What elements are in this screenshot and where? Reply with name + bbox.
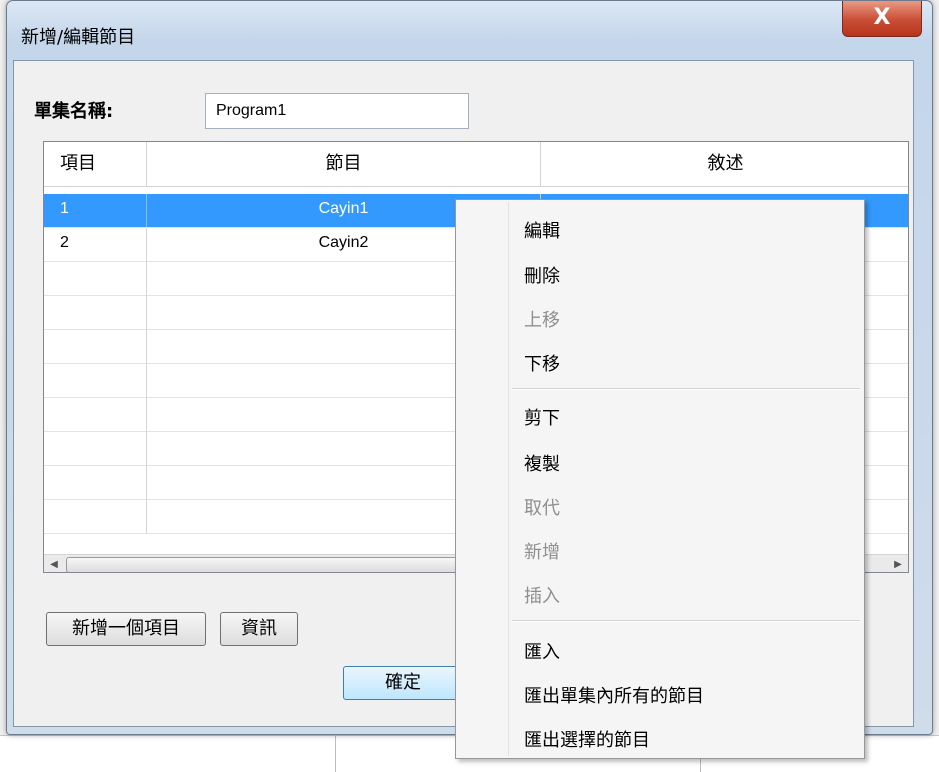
- scroll-right-icon[interactable]: ▶: [888, 555, 908, 572]
- episode-name-label: 單集名稱:: [34, 101, 114, 122]
- close-button[interactable]: X: [842, 1, 922, 37]
- scroll-thumb[interactable]: [66, 557, 498, 572]
- menu-item-add[interactable]: 新增: [524, 538, 560, 564]
- dialog-title: 新增/編輯節目: [21, 27, 136, 48]
- header-item[interactable]: 項目: [44, 142, 147, 186]
- context-menu: 編輯 刪除 上移 下移 剪下 複製 取代 新增 插入 匯入 匯出單集內所有的節目…: [455, 199, 865, 759]
- scroll-left-icon[interactable]: ◀: [44, 555, 64, 572]
- menu-item-insert[interactable]: 插入: [524, 582, 560, 608]
- menu-item-cut[interactable]: 剪下: [524, 404, 560, 430]
- menu-separator: [512, 388, 860, 390]
- header-description[interactable]: 敘述: [541, 142, 908, 186]
- add-item-button[interactable]: 新增一個項目: [46, 612, 206, 646]
- episode-name-input[interactable]: Program1: [205, 93, 469, 129]
- menu-item-replace[interactable]: 取代: [524, 494, 560, 520]
- menu-item-import[interactable]: 匯入: [524, 638, 560, 664]
- cell-item: 1: [44, 194, 147, 228]
- menu-item-delete[interactable]: 刪除: [524, 262, 560, 288]
- menu-item-export-selected[interactable]: 匯出選擇的節目: [524, 726, 650, 752]
- menu-separator: [512, 620, 860, 622]
- cell-item: 2: [44, 228, 147, 262]
- menu-item-copy[interactable]: 複製: [524, 450, 560, 476]
- menu-item-move-up[interactable]: 上移: [524, 306, 560, 332]
- menu-item-export-all[interactable]: 匯出單集內所有的節目: [524, 682, 704, 708]
- menu-gutter: [508, 202, 509, 756]
- header-program[interactable]: 節目: [147, 142, 541, 186]
- close-icon: X: [873, 5, 891, 30]
- menu-item-move-down[interactable]: 下移: [524, 350, 560, 376]
- ok-button[interactable]: 確定: [343, 666, 463, 700]
- table-header: 項目 節目 敘述: [44, 142, 908, 187]
- menu-item-edit[interactable]: 編輯: [524, 217, 560, 243]
- info-button[interactable]: 資訊: [220, 612, 298, 646]
